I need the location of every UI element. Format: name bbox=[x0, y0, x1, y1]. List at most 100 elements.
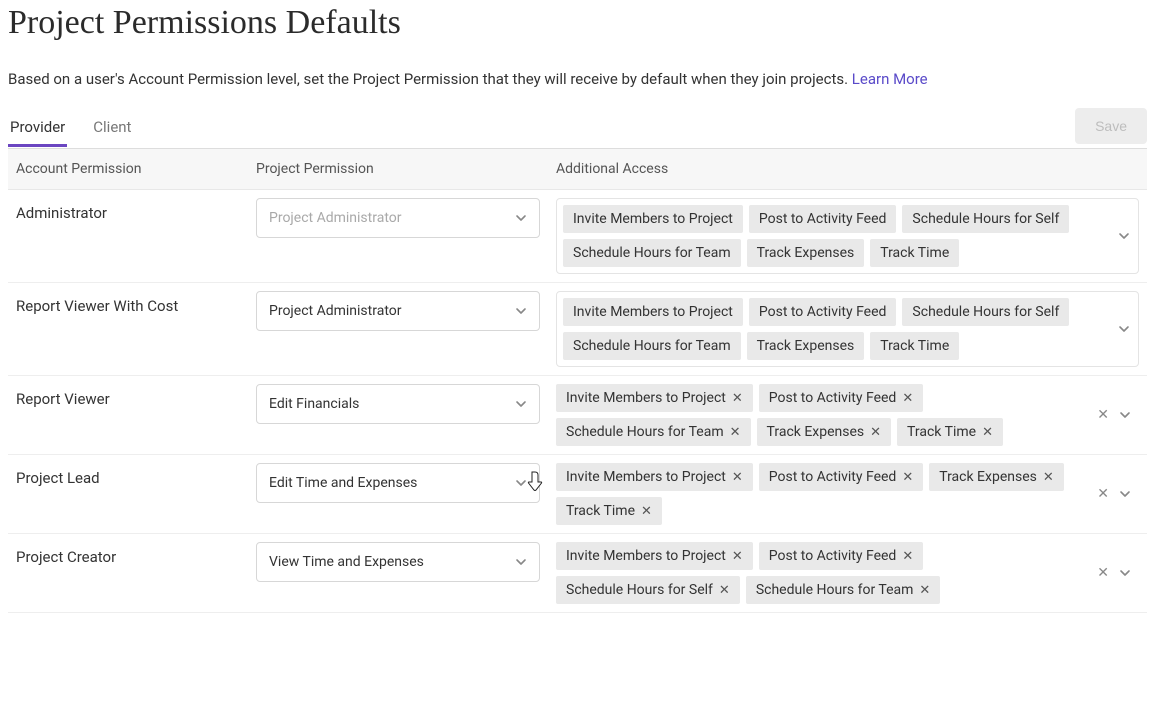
table-header: Account Permission Project Permission Ad… bbox=[8, 149, 1147, 190]
tag-remove-icon[interactable]: ✕ bbox=[919, 584, 930, 597]
project-permission-cell: View Time and Expenses bbox=[256, 542, 556, 604]
tags-box[interactable]: Invite Members to Project✕Post to Activi… bbox=[556, 463, 1139, 525]
tag: Track Time bbox=[870, 332, 959, 360]
tags-box-controls: ✕ bbox=[1097, 407, 1131, 423]
tag-remove-icon[interactable]: ✕ bbox=[730, 426, 741, 439]
tag: Track Expenses bbox=[747, 332, 865, 360]
tag-remove-icon[interactable]: ✕ bbox=[732, 471, 743, 484]
project-permission-cell: Project Administrator bbox=[256, 291, 556, 367]
col-header-project: Project Permission bbox=[256, 161, 556, 177]
tag-remove-icon[interactable]: ✕ bbox=[1043, 471, 1054, 484]
tag: Invite Members to Project ✕ bbox=[556, 384, 753, 412]
project-permission-select[interactable]: Project Administrator bbox=[256, 198, 540, 238]
tags-box[interactable]: Invite Members to Project Post to Activit… bbox=[556, 198, 1139, 274]
project-permission-select[interactable]: View Time and Expenses bbox=[256, 542, 540, 582]
tag-label: Invite Members to Project bbox=[573, 304, 733, 320]
tag-label: Invite Members to Project bbox=[566, 469, 726, 485]
tag: Invite Members to Project ✕ bbox=[556, 542, 753, 570]
tag-remove-icon[interactable]: ✕ bbox=[719, 584, 730, 597]
tag-remove-icon[interactable]: ✕ bbox=[732, 392, 743, 405]
clear-all-icon[interactable]: ✕ bbox=[1097, 407, 1109, 423]
chevron-down-icon[interactable] bbox=[1118, 230, 1130, 242]
save-button[interactable]: Save bbox=[1075, 108, 1147, 144]
tag-label: Post to Activity Feed bbox=[769, 469, 897, 485]
tag: Track Expenses bbox=[747, 239, 865, 267]
project-permission-value: View Time and Expenses bbox=[269, 554, 424, 570]
page-title: Project Permissions Defaults bbox=[8, 4, 1147, 42]
account-permission-label: Project Lead bbox=[16, 463, 256, 525]
tag-label: Schedule Hours for Team bbox=[573, 245, 731, 261]
tags-box[interactable]: Invite Members to Project✕Post to Activi… bbox=[556, 542, 1139, 604]
tag-label: Track Time bbox=[880, 338, 949, 354]
tag: Schedule Hours for Self bbox=[902, 205, 1069, 233]
rows-container: Administrator Project Administrator Invite… bbox=[8, 190, 1147, 613]
tags-box[interactable]: Invite Members to ProjectPost to Activit… bbox=[556, 291, 1139, 367]
account-permission-label: Administrator bbox=[16, 198, 256, 274]
tag: Schedule Hours for Self bbox=[902, 298, 1069, 326]
tag-remove-icon[interactable]: ✕ bbox=[902, 392, 913, 405]
chevron-down-icon[interactable] bbox=[1119, 567, 1131, 579]
tag-remove-icon[interactable]: ✕ bbox=[870, 426, 881, 439]
tag: Schedule Hours for Team bbox=[563, 239, 741, 267]
tag-remove-icon[interactable]: ✕ bbox=[902, 471, 913, 484]
tag-remove-icon[interactable]: ✕ bbox=[902, 550, 913, 563]
tab-provider[interactable]: Provider bbox=[8, 110, 67, 146]
project-permission-value: Edit Time and Expenses bbox=[269, 475, 417, 491]
tag: Track Time bbox=[870, 239, 959, 267]
tag: Post to Activity Feed bbox=[749, 205, 897, 233]
chevron-down-icon bbox=[515, 556, 527, 568]
tags-box-controls: ✕ bbox=[1097, 486, 1131, 502]
tag-label: Schedule Hours for Self bbox=[566, 582, 713, 598]
tag: Invite Members to Project ✕ bbox=[556, 463, 753, 491]
clear-all-icon[interactable]: ✕ bbox=[1097, 565, 1109, 581]
tab-client[interactable]: Client bbox=[91, 110, 133, 146]
tag-remove-icon[interactable]: ✕ bbox=[982, 426, 993, 439]
project-permission-cell: Edit Financials bbox=[256, 384, 556, 446]
tag-label: Track Expenses bbox=[757, 245, 855, 261]
account-permission-label: Report Viewer bbox=[16, 384, 256, 446]
tag: Track Time ✕ bbox=[556, 497, 662, 525]
tags-box-controls: ✕ bbox=[1097, 565, 1131, 581]
tag-label: Post to Activity Feed bbox=[759, 211, 887, 227]
project-permission-select[interactable]: Edit Time and Expenses bbox=[256, 463, 540, 503]
tag-label: Schedule Hours for Team bbox=[573, 338, 731, 354]
tag-remove-icon[interactable]: ✕ bbox=[732, 550, 743, 563]
project-permission-cell: Edit Time and Expenses bbox=[256, 463, 556, 525]
chevron-down-icon[interactable] bbox=[1119, 488, 1131, 500]
tag: Invite Members to Project bbox=[563, 205, 743, 233]
tabs-row: Provider Client Save bbox=[8, 108, 1147, 149]
tag: Schedule Hours for Team bbox=[563, 332, 741, 360]
tag: Schedule Hours for Team✕ bbox=[556, 418, 751, 446]
tag: Invite Members to Project bbox=[563, 298, 743, 326]
account-permission-label: Project Creator bbox=[16, 542, 256, 604]
table-row: Report Viewer With Cost Project Administr… bbox=[8, 283, 1147, 376]
desc-text: Based on a user's Account Permission lev… bbox=[8, 70, 852, 88]
learn-more-link[interactable]: Learn More bbox=[852, 70, 928, 88]
project-permission-select[interactable]: Edit Financials bbox=[256, 384, 540, 424]
tag-label: Track Expenses bbox=[939, 469, 1037, 485]
tag-label: Schedule Hours for Self bbox=[912, 211, 1059, 227]
tag-label: Schedule Hours for Self bbox=[912, 304, 1059, 320]
project-permission-value: Project Administrator bbox=[269, 303, 402, 319]
tag-label: Track Time bbox=[566, 503, 635, 519]
additional-access-cell: Invite Members to ProjectPost to Activit… bbox=[556, 291, 1139, 367]
chevron-down-icon[interactable] bbox=[1118, 323, 1130, 335]
col-header-account: Account Permission bbox=[16, 161, 256, 177]
project-permission-value: Project Administrator bbox=[269, 210, 402, 226]
tag-remove-icon[interactable]: ✕ bbox=[641, 505, 652, 518]
table-row: Project Creator View Time and Expenses Inv… bbox=[8, 534, 1147, 613]
page-description: Based on a user's Account Permission lev… bbox=[8, 70, 1147, 88]
tags-box[interactable]: Invite Members to Project✕Post to Activi… bbox=[556, 384, 1139, 446]
project-permission-select[interactable]: Project Administrator bbox=[256, 291, 540, 331]
clear-all-icon[interactable]: ✕ bbox=[1097, 486, 1109, 502]
table-row: Administrator Project Administrator Invite… bbox=[8, 190, 1147, 283]
account-permission-label: Report Viewer With Cost bbox=[16, 291, 256, 367]
project-permission-cell: Project Administrator bbox=[256, 198, 556, 274]
tag-label: Invite Members to Project bbox=[566, 390, 726, 406]
tag: Post to Activity Feed ✕ bbox=[759, 463, 923, 491]
chevron-down-icon bbox=[515, 398, 527, 410]
tag-label: Invite Members to Project bbox=[566, 548, 726, 564]
project-permission-value: Edit Financials bbox=[269, 396, 359, 412]
chevron-down-icon[interactable] bbox=[1119, 409, 1131, 421]
tabs: Provider Client bbox=[8, 110, 1075, 146]
